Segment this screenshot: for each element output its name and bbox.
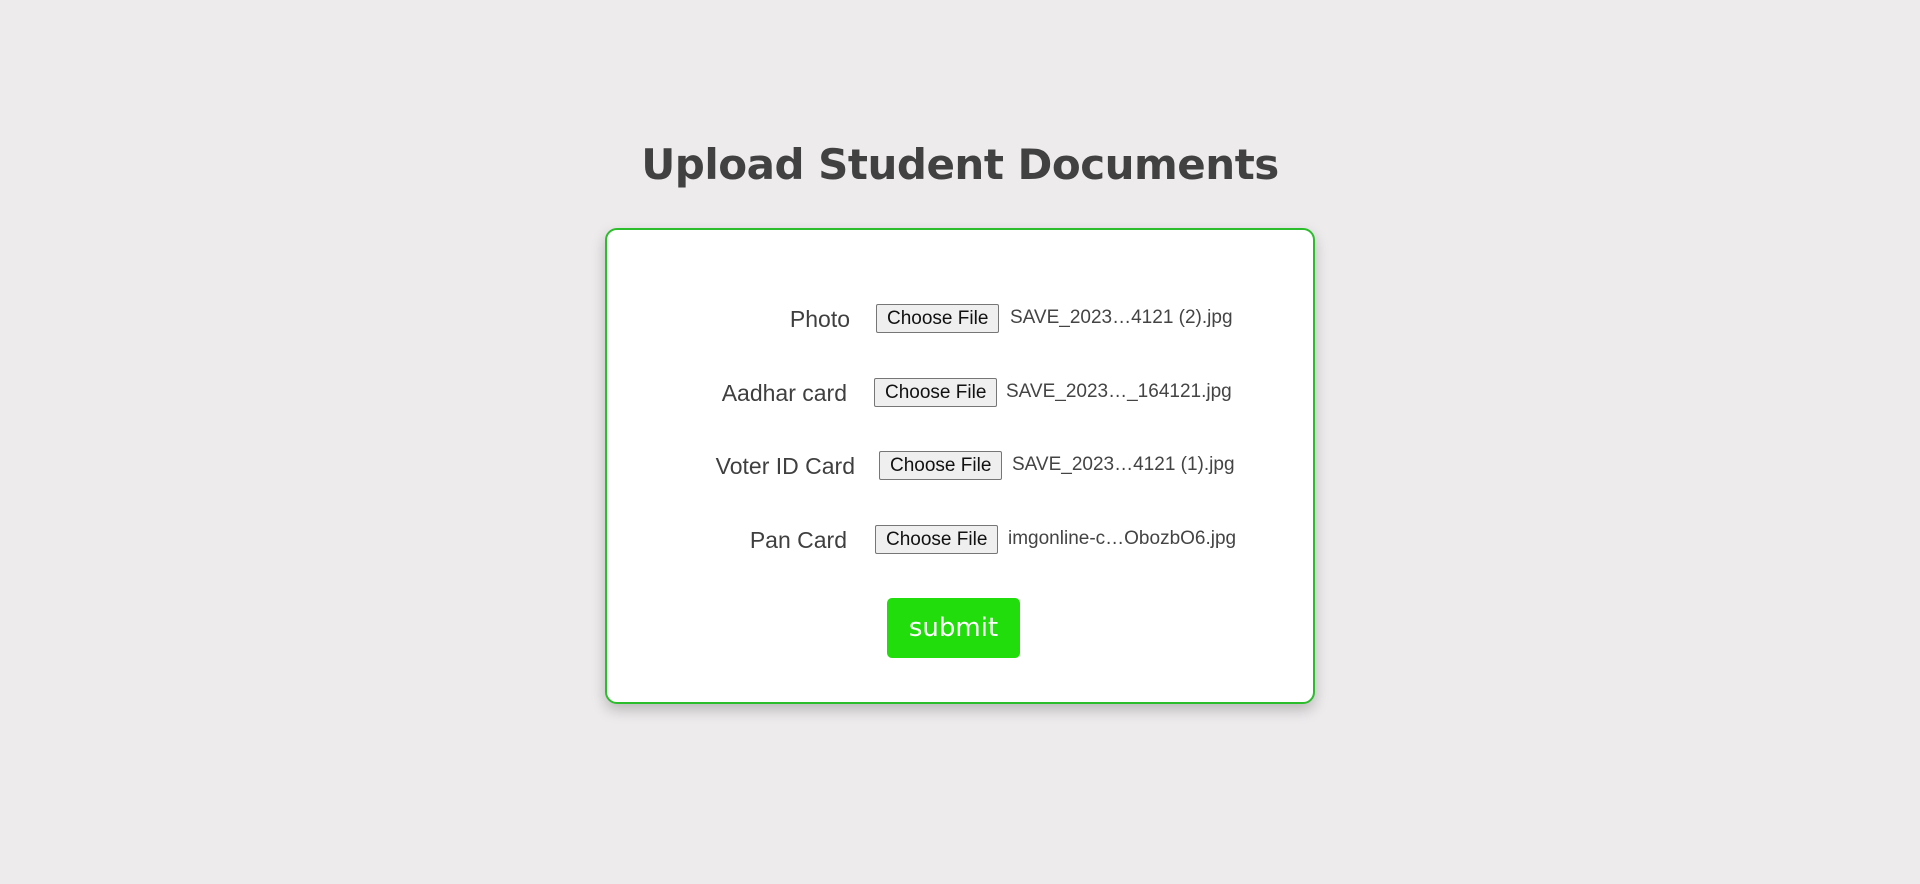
aadhar-card-choose-file-button[interactable]: Choose File <box>874 378 998 407</box>
photo-label: Photo <box>789 306 850 332</box>
voter-id-card-file-name: SAVE_2023…4121 (1).jpg <box>1012 454 1235 475</box>
aadhar-card-row: Aadhar card Choose File SAVE_2023…_16412… <box>607 374 1313 414</box>
page-title: Upload Student Documents <box>641 140 1279 189</box>
voter-id-card-choose-file-button[interactable]: Choose File <box>879 451 1003 480</box>
pan-card-choose-file-button[interactable]: Choose File <box>875 525 999 554</box>
submit-button[interactable]: submit <box>887 598 1020 658</box>
pan-card-file-name: imgonline-c…ObozbO6.jpg <box>1008 528 1237 549</box>
aadhar-card-file-name: SAVE_2023…_164121.jpg <box>1006 381 1232 402</box>
pan-card-row: Pan Card Choose File imgonline-c…ObozbO6… <box>607 521 1313 561</box>
photo-row: Photo Choose File SAVE_2023…4121 (2).jpg <box>607 300 1313 340</box>
voter-id-card-label: Voter ID Card <box>715 453 855 479</box>
pan-card-label: Pan Card <box>749 527 847 553</box>
voter-id-card-row: Voter ID Card Choose File SAVE_2023…4121… <box>607 447 1313 487</box>
photo-file-name: SAVE_2023…4121 (2).jpg <box>1010 307 1233 328</box>
aadhar-card-label: Aadhar card <box>721 380 847 406</box>
photo-choose-file-button[interactable]: Choose File <box>876 304 1000 333</box>
upload-form-card: Photo Choose File SAVE_2023…4121 (2).jpg… <box>605 228 1315 704</box>
